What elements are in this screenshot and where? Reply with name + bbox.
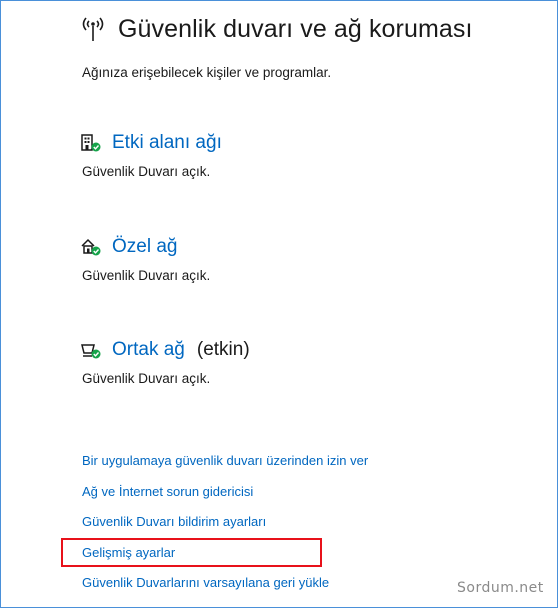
active-network-tag: (etkin)	[196, 339, 250, 360]
related-links: Bir uygulamaya güvenlik duvarı üzerinden…	[82, 452, 368, 605]
highlight-box	[61, 538, 322, 567]
page-title: Güvenlik duvarı ve ağ koruması	[118, 14, 473, 43]
public-network-icon	[81, 344, 101, 359]
domain-network-icon	[81, 134, 101, 152]
network-section-public: Ortak ağ (etkin) Güvenlik Duvarı açık.	[80, 339, 250, 386]
domain-network-link[interactable]: Etki alanı ağı	[112, 132, 222, 154]
network-section-private: Özel ağ Güvenlik Duvarı açık.	[80, 236, 210, 283]
network-section-domain: Etki alanı ağı Güvenlik Duvarı açık.	[80, 132, 222, 179]
public-network-link[interactable]: Ortak ağ	[112, 339, 185, 361]
private-network-icon	[81, 238, 101, 256]
private-network-link[interactable]: Özel ağ	[112, 236, 177, 258]
public-network-status: Güvenlik Duvarı açık.	[82, 371, 211, 386]
wifi-antenna-icon	[82, 17, 104, 41]
domain-network-status: Güvenlik Duvarı açık.	[82, 164, 211, 179]
page-header: Güvenlik duvarı ve ağ koruması	[80, 14, 473, 44]
private-network-status: Güvenlik Duvarı açık.	[82, 268, 211, 283]
page-subtitle: Ağınıza erişebilecek kişiler ve programl…	[82, 65, 332, 80]
restore-defaults-link[interactable]: Güvenlik Duvarlarını varsayılana geri yü…	[82, 574, 368, 605]
watermark: Sordum.net	[457, 580, 544, 596]
network-troubleshooter-link[interactable]: Ağ ve İnternet sorun gidericisi	[82, 483, 368, 514]
allow-app-link[interactable]: Bir uygulamaya güvenlik duvarı üzerinden…	[82, 452, 368, 483]
